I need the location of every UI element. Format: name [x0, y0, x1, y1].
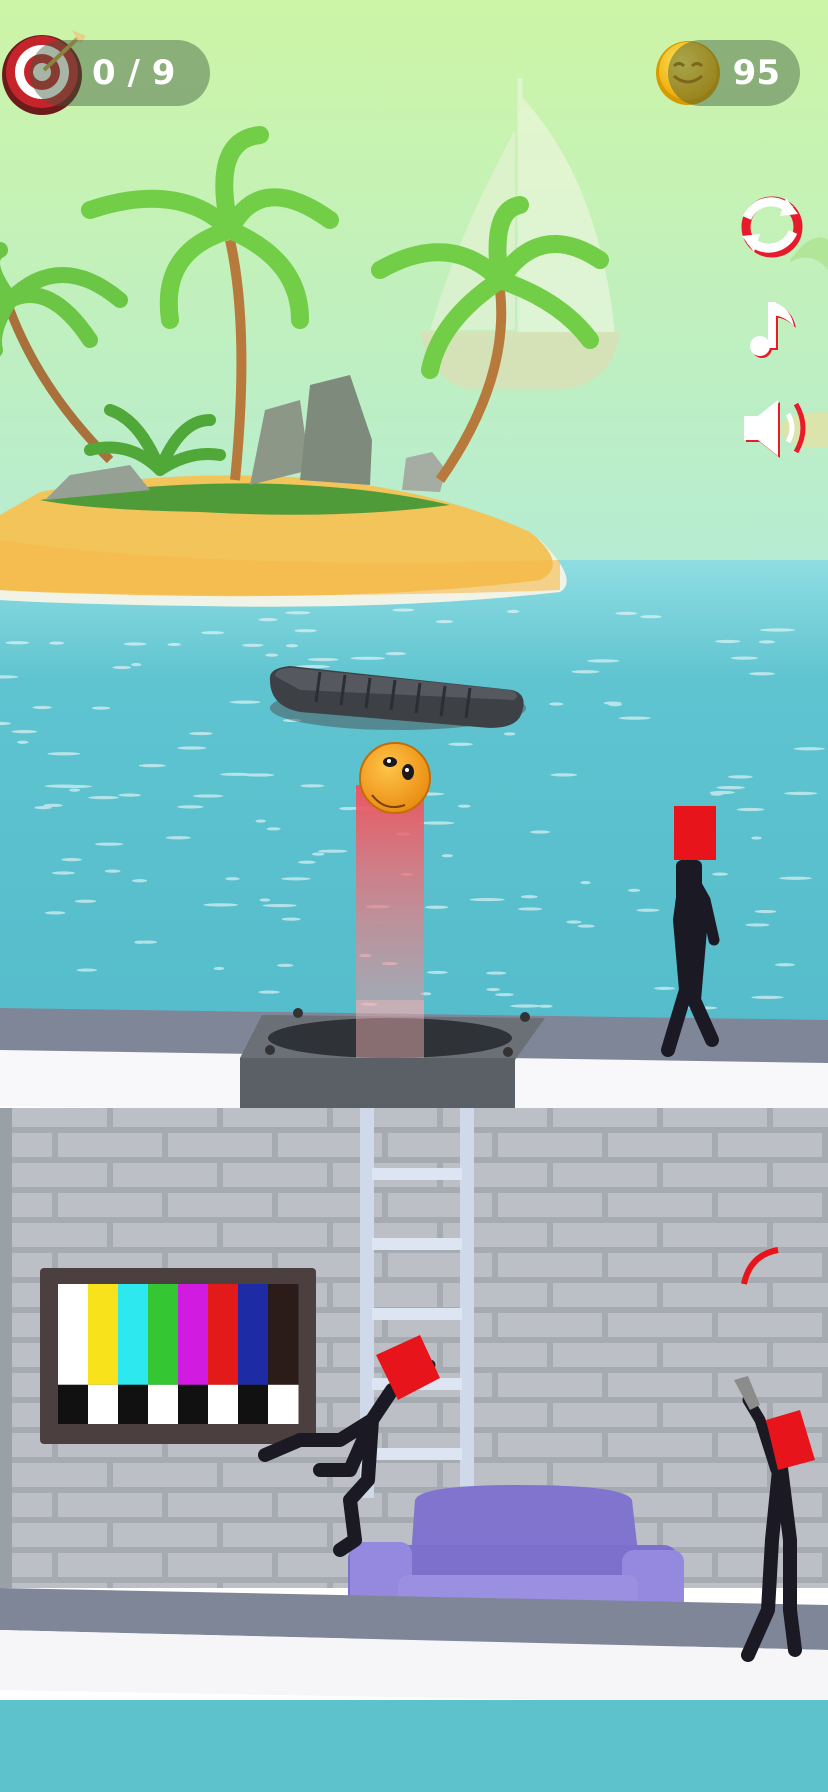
tv-bottom-bar [58, 1384, 89, 1424]
tv-color-bar [238, 1284, 269, 1385]
tv-bottom-bar [88, 1384, 119, 1424]
tv-bottom-bar [208, 1384, 239, 1424]
tv-screen [40, 1268, 316, 1444]
tv-bottom-bar [178, 1384, 209, 1424]
tv-color-bar [148, 1284, 179, 1385]
ball-player[interactable] [359, 742, 431, 814]
tv-color-bar [88, 1284, 119, 1385]
coin-counter-text: 95 [732, 53, 780, 93]
target-counter-text: 0 / 9 [92, 53, 176, 93]
tv-bottom-bar [118, 1384, 149, 1424]
tv-color-bar [118, 1284, 149, 1385]
bottom-sea [0, 1700, 828, 1792]
tv-bottom-bar [268, 1384, 299, 1424]
tv-color-bar [178, 1284, 209, 1385]
coin-counter: 95 [668, 40, 800, 106]
tv-color-bar [268, 1284, 299, 1385]
tv-bottom-bar [238, 1384, 269, 1424]
tv-bottom-bar [148, 1384, 179, 1424]
tv-color-bar [208, 1284, 239, 1385]
game-scene [0, 0, 828, 1792]
target-counter: 0 / 9 [30, 40, 210, 106]
tv-color-bar [58, 1284, 89, 1385]
